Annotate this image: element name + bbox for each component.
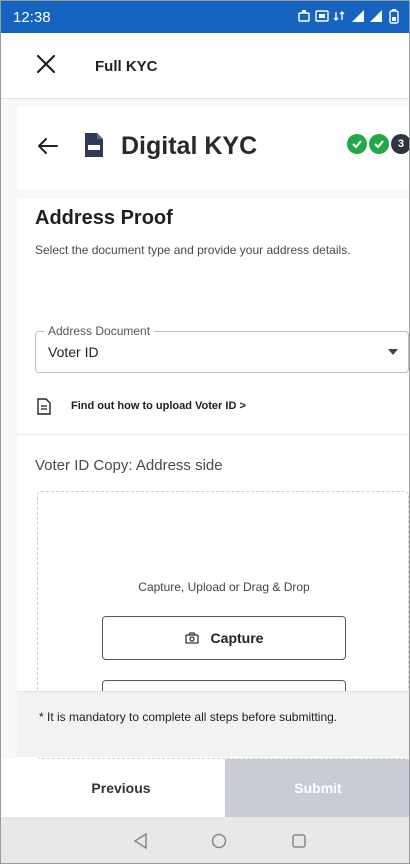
- voter-id-copy-label: Voter ID Copy: Address side: [35, 457, 223, 474]
- capture-button-label: Capture: [210, 630, 264, 646]
- battery-icon: [389, 9, 399, 24]
- upload-help-link[interactable]: Find out how to upload Voter ID >: [37, 395, 246, 417]
- footer-actions: Previous Submit: [1, 759, 409, 817]
- address-proof-card: Address Proof Select the document type a…: [17, 199, 409, 759]
- upload-help-label: Find out how to upload Voter ID >: [71, 400, 246, 412]
- document-icon: [37, 397, 51, 415]
- section-description: Select the document type and provide you…: [35, 243, 351, 257]
- address-document-select[interactable]: Address Document Voter ID: [35, 324, 409, 373]
- android-nav-bar: [1, 817, 409, 863]
- mandatory-notice: * It is mandatory to complete all steps …: [17, 691, 409, 757]
- check-icon: [352, 140, 362, 149]
- address-document-label: Address Document: [44, 324, 155, 338]
- submit-button[interactable]: Submit: [225, 759, 409, 817]
- close-icon[interactable]: [33, 51, 59, 77]
- previous-button[interactable]: Previous: [17, 759, 225, 817]
- app-header: Full KYC: [1, 33, 409, 99]
- nav-back-icon[interactable]: [131, 831, 151, 851]
- mandatory-notice-text: * It is mandatory to complete all steps …: [39, 710, 338, 724]
- step-2-done-icon: [369, 134, 389, 154]
- phone-screen: 12:38 Full KYC Digital KYC 3 Address Pro…: [0, 0, 410, 864]
- section-divider: [17, 434, 409, 435]
- alarm-icon: [298, 10, 310, 22]
- nav-recents-icon[interactable]: [289, 831, 309, 851]
- section-title: Address Proof: [35, 207, 173, 229]
- back-arrow-icon[interactable]: [37, 135, 59, 157]
- signal-icon: [352, 10, 364, 22]
- check-icon: [374, 140, 384, 149]
- page-content: Digital KYC 3 Address Proof Select the d…: [1, 99, 409, 759]
- kyc-document-icon: [85, 133, 103, 157]
- step-indicator: 3: [347, 134, 409, 154]
- status-bar: 12:38: [1, 1, 409, 33]
- data-icon: [333, 11, 345, 21]
- upload-hint: Capture, Upload or Drag & Drop: [138, 580, 310, 594]
- dropdown-caret-icon: [388, 349, 398, 355]
- capture-button[interactable]: Capture: [102, 616, 346, 660]
- sim-icon: [315, 10, 329, 22]
- nav-home-icon[interactable]: [209, 831, 229, 851]
- camera-icon: [184, 632, 199, 644]
- kyc-header: Digital KYC 3: [17, 107, 409, 189]
- status-time: 12:38: [13, 9, 51, 26]
- step-3-current: 3: [391, 134, 409, 154]
- address-document-value: Voter ID: [48, 344, 99, 360]
- signal-icon-2: [370, 10, 382, 22]
- page-title: Digital KYC: [121, 132, 258, 160]
- app-title: Full KYC: [95, 58, 158, 75]
- status-icons: [297, 8, 401, 24]
- step-1-done-icon: [347, 134, 367, 154]
